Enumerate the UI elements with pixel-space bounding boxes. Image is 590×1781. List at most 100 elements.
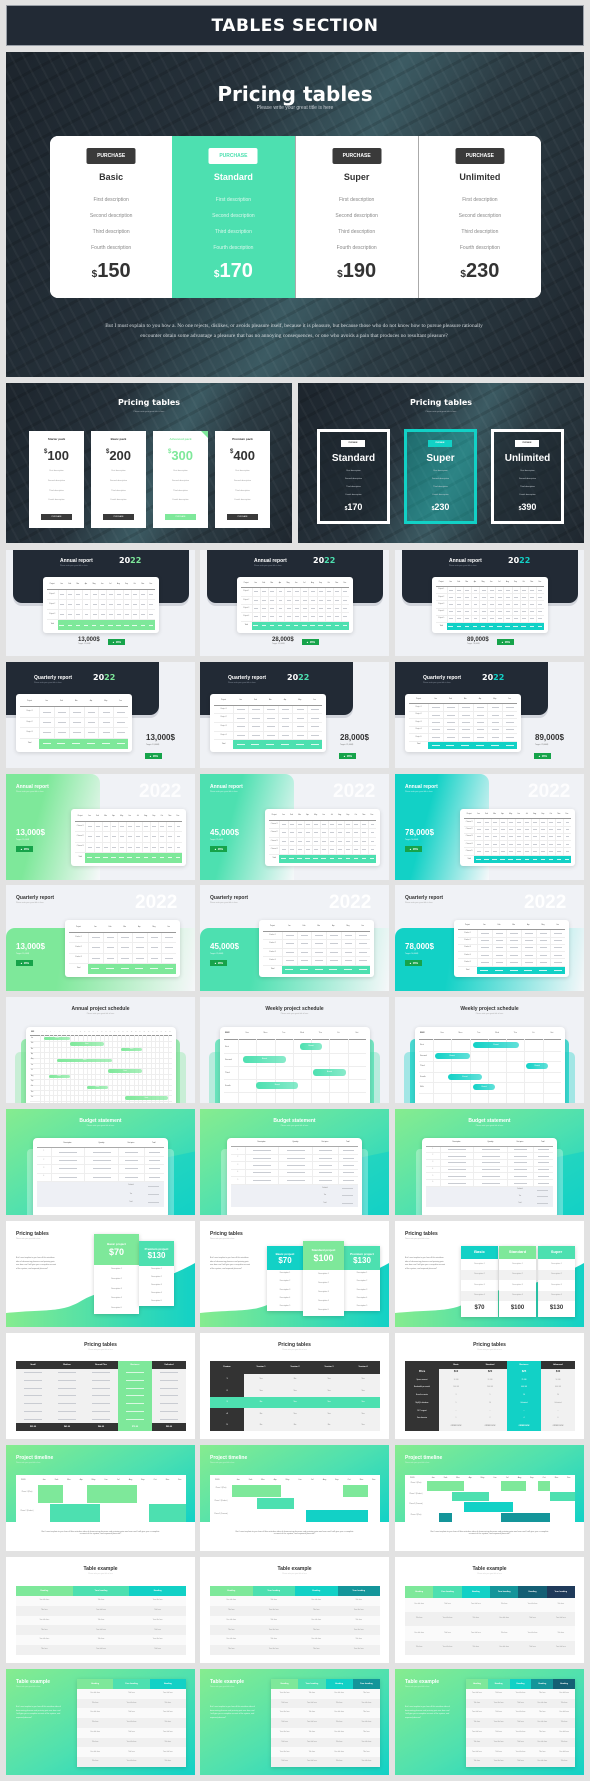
slide-annual-dark[interactable]: Annual report Please write your great tit… — [395, 550, 584, 656]
slide-schedule[interactable]: Weekly project schedule Please write your… — [395, 997, 584, 1103]
event-bar[interactable]: Event — [473, 1042, 519, 1049]
plan-card[interactable]: PURCHASE Standard First description Second … — [317, 429, 390, 524]
header-cell[interactable]: Heading — [461, 1586, 490, 1598]
header-cell[interactable]: Heading — [509, 1679, 532, 1689]
pack-card[interactable]: Starter pack $100 First description Second … — [29, 431, 84, 528]
slide-pricing-wave[interactable]: Pricing tables Please write your great ti… — [395, 1221, 584, 1327]
header-cell[interactable]: Heading — [271, 1679, 299, 1689]
plan-column-standard[interactable]: PURCHASE Standard First description Second … — [172, 136, 295, 298]
slide-budget[interactable]: Budget statement Please write your great … — [200, 1109, 389, 1215]
pricing-slide-outlined[interactable]: Pricing tables Please write your great ti… — [298, 383, 584, 543]
header-cell[interactable]: Heading — [487, 1679, 510, 1689]
event-bar[interactable]: Event — [473, 1084, 496, 1091]
purchase-button[interactable]: PURCHASE — [103, 514, 134, 520]
pack-card[interactable]: Basic pack $200 First description Second de… — [91, 431, 146, 528]
plan-column-unlimited[interactable]: PURCHASE Unlimited First description Second… — [417, 136, 541, 298]
purchase-button[interactable]: PURCHASE — [515, 440, 539, 447]
event-bar[interactable]: Event — [57, 1058, 113, 1062]
slide-quarterly-green[interactable]: Quarterly report Please write your great … — [395, 885, 584, 991]
header-cell[interactable]: Your heading — [298, 1679, 326, 1689]
header-cell[interactable]: Your heading — [113, 1679, 150, 1689]
plan-column-basic[interactable]: PURCHASE Basic First description Second des… — [50, 136, 173, 298]
slide-schedule[interactable]: Annual project schedule Please write your… — [6, 997, 195, 1103]
header-cell[interactable]: Your heading — [252, 1586, 295, 1596]
event-bar[interactable]: Event — [108, 1069, 143, 1073]
pricing-card[interactable]: Super Description 1 Description 2 Descripti… — [538, 1246, 575, 1317]
slide-table-white[interactable]: Table example Please write your great tit… — [395, 1557, 584, 1663]
event-bar[interactable]: Event — [256, 1081, 299, 1090]
phase-bar[interactable] — [256, 1497, 294, 1510]
header-cell[interactable]: Heading — [295, 1586, 338, 1596]
header-cell[interactable]: Your heading — [337, 1586, 380, 1596]
pack-card[interactable]: Premium pack $400 First description Second … — [215, 431, 270, 528]
pricing-card[interactable]: Basic project $70 Description 1 Description… — [94, 1234, 139, 1314]
slide-pricing-wave[interactable]: Pricing tables Please write your great ti… — [200, 1221, 389, 1327]
slide-quarterly-dark[interactable]: Quarterly report Please write your great … — [395, 662, 584, 768]
slide-table-green[interactable]: Table example Please write your great tit… — [6, 1669, 195, 1775]
slide-schedule[interactable]: Weekly project schedule Please write your… — [200, 997, 389, 1103]
slide-quarterly-dark[interactable]: Quarterly report Please write your great … — [6, 662, 195, 768]
pricing-card[interactable]: Premium project $130 Description 1 Descript… — [139, 1241, 174, 1306]
phase-bar[interactable] — [232, 1485, 282, 1497]
slide-pricing-table[interactable]: Pricing tables Please write your great ti… — [200, 1333, 389, 1439]
phase-bar[interactable] — [427, 1481, 464, 1491]
header-cell[interactable]: Heading — [405, 1586, 434, 1598]
slide-annual-dark[interactable]: Annual report Please write your great tit… — [6, 550, 195, 656]
event-bar[interactable]: Event — [243, 1055, 286, 1064]
pricing-card[interactable]: Premium project $130 Description 1 Descript… — [344, 1246, 380, 1311]
purchase-button[interactable]: PURCHASE — [165, 514, 196, 520]
pricing-card[interactable]: Standard Description 1 Description 2 Descri… — [499, 1246, 536, 1317]
order-now-button[interactable]: ORDER NOW — [439, 1423, 473, 1431]
header-cell[interactable]: Heading — [518, 1586, 547, 1598]
hero-pricing-slide[interactable]: Pricing tables Please write your great ti… — [6, 52, 584, 377]
header-cell[interactable]: Heading — [129, 1586, 186, 1596]
slide-table-white[interactable]: Table example Please write your great tit… — [6, 1557, 195, 1663]
slide-table-green[interactable]: Table example Please write your great tit… — [395, 1669, 584, 1775]
event-bar[interactable]: Event — [44, 1037, 70, 1041]
header-cell[interactable]: Your heading — [352, 1679, 380, 1689]
slide-table-white[interactable]: Table example Please write your great tit… — [200, 1557, 389, 1663]
slide-pricing-table[interactable]: Pricing tables Please write your great ti… — [395, 1333, 584, 1439]
slide-table-green[interactable]: Table example Please write your great tit… — [200, 1669, 389, 1775]
event-bar[interactable]: Event — [300, 1042, 323, 1051]
purchase-button[interactable]: PURCHASE — [208, 148, 258, 164]
phase-bar[interactable] — [306, 1510, 368, 1522]
event-bar[interactable]: Event — [125, 1096, 168, 1100]
slide-quarterly-green[interactable]: Quarterly report Please write your great … — [200, 885, 389, 991]
event-bar[interactable]: Event — [447, 1073, 483, 1080]
order-now-button[interactable]: ORDER NOW — [541, 1423, 575, 1431]
purchase-button[interactable]: PURCHASE — [341, 440, 365, 447]
event-bar[interactable]: Event — [434, 1052, 470, 1059]
header-cell[interactable]: Heading — [16, 1586, 73, 1596]
phase-bar[interactable] — [464, 1502, 514, 1512]
pricing-card[interactable]: Standard project $100 Description 1 Descrip… — [303, 1241, 344, 1316]
phase-bar[interactable] — [439, 1512, 452, 1522]
phase-bar[interactable] — [50, 1504, 100, 1522]
header-cell[interactable]: Heading — [553, 1679, 575, 1689]
plan-card[interactable]: PURCHASE Unlimited First description Second… — [491, 429, 564, 524]
phase-bar[interactable] — [550, 1491, 575, 1501]
event-bar[interactable]: Event — [526, 1063, 549, 1070]
phase-bar[interactable] — [501, 1481, 526, 1491]
header-cell[interactable]: Heading — [325, 1679, 353, 1689]
header-cell[interactable]: Your heading — [546, 1586, 575, 1598]
slide-quarterly-dark[interactable]: Quarterly report Please write your great … — [200, 662, 389, 768]
header-cell[interactable]: Your heading — [433, 1586, 462, 1598]
pricing-card[interactable]: Basic Description 1 Description 2 Descripti… — [461, 1246, 498, 1317]
pricing-slide-packs[interactable]: Pricing tables Please write your great ti… — [6, 383, 292, 543]
event-bar[interactable]: Event — [69, 1042, 104, 1046]
header-cell[interactable]: Heading — [77, 1679, 114, 1689]
phase-bar[interactable] — [343, 1485, 368, 1497]
slide-annual-green[interactable]: Annual report Please write your great tit… — [200, 774, 389, 880]
header-cell[interactable]: Your heading — [72, 1586, 130, 1596]
plan-column-super[interactable]: PURCHASE Super First description Second des… — [294, 136, 418, 298]
event-bar[interactable]: Event — [48, 1074, 70, 1079]
phase-bar[interactable] — [38, 1485, 63, 1503]
purchase-button[interactable]: PURCHASE — [428, 440, 452, 447]
order-now-button[interactable]: ORDER NOW — [507, 1423, 541, 1431]
header-cell[interactable]: Heading — [149, 1679, 186, 1689]
slide-timeline[interactable]: Project timeline Please write your great … — [200, 1445, 389, 1551]
slide-annual-dark[interactable]: Annual report Please write your great tit… — [200, 550, 389, 656]
purchase-button[interactable]: PURCHASE — [86, 148, 136, 164]
header-cell[interactable]: Heading — [210, 1586, 253, 1596]
